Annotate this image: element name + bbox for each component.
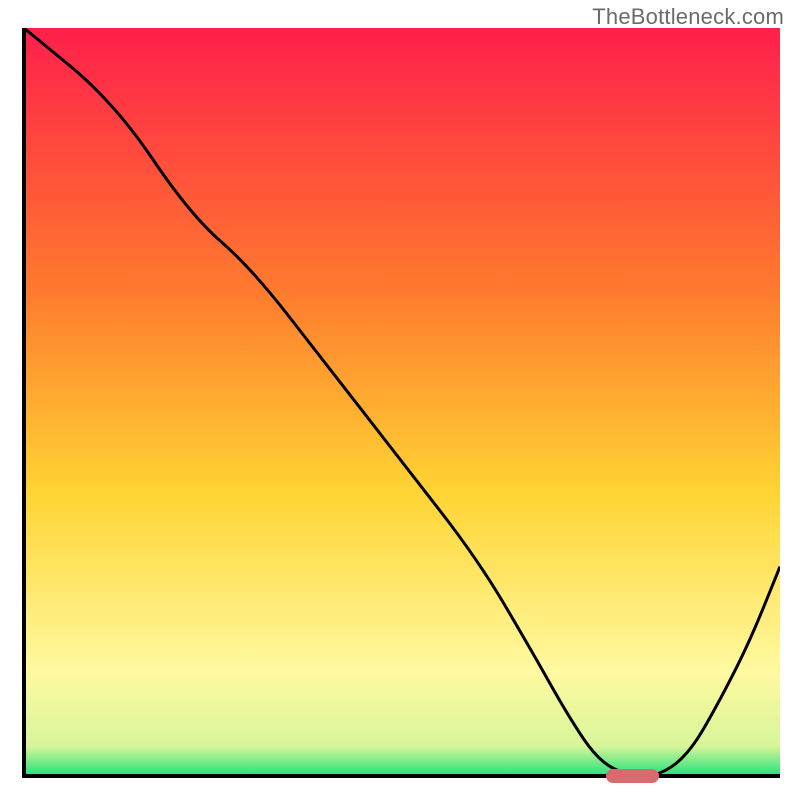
plot-area (20, 28, 780, 780)
optimal-marker (606, 769, 659, 783)
chart-container: TheBottleneck.com (0, 0, 800, 800)
gradient-background (24, 28, 780, 776)
chart-svg (20, 28, 780, 780)
watermark-text: TheBottleneck.com (592, 4, 784, 30)
